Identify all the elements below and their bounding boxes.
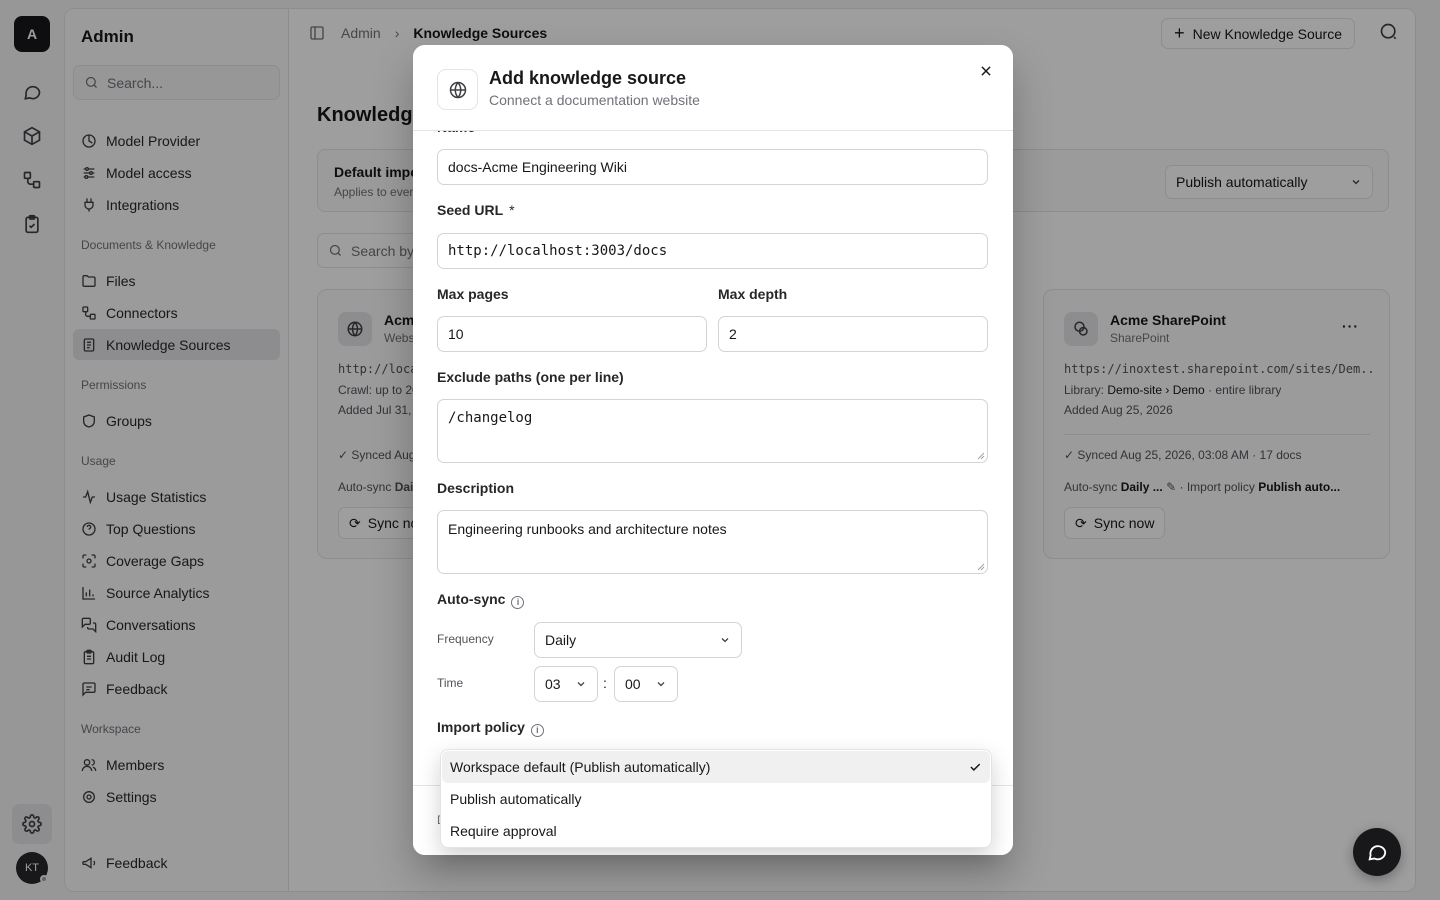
input-value: 2 bbox=[729, 326, 737, 342]
input-value: 10 bbox=[448, 326, 464, 342]
input-value: http://localhost:3003/docs bbox=[448, 243, 668, 259]
label-text: Import policy bbox=[437, 719, 525, 735]
dialog-header: Add knowledge source Connect a documenta… bbox=[413, 45, 1013, 131]
chat-fab-button[interactable] bbox=[1353, 828, 1401, 876]
max-pages-label: Max pages bbox=[437, 286, 509, 302]
option-label: Publish automatically bbox=[450, 791, 582, 807]
input-value: docs-Acme Engineering Wiki bbox=[448, 159, 627, 175]
policy-option-publish-automatically[interactable]: Publish automatically bbox=[442, 783, 990, 815]
policy-option-require-approval[interactable]: Require approval bbox=[442, 815, 990, 847]
select-value: 00 bbox=[625, 676, 641, 692]
max-depth-input[interactable]: 2 bbox=[718, 316, 988, 352]
chat-bubble-icon bbox=[1368, 845, 1387, 861]
exclude-paths-textarea[interactable]: /changelog bbox=[437, 399, 988, 463]
hour-select[interactable]: 03 bbox=[534, 666, 598, 702]
option-label: Workspace default (Publish automatically… bbox=[450, 759, 711, 775]
name-input[interactable]: docs-Acme Engineering Wiki bbox=[437, 149, 988, 185]
dialog-subtitle: Connect a documentation website bbox=[489, 92, 700, 108]
label-text: Seed URL bbox=[437, 202, 504, 218]
auto-sync-label: Auto-sync i bbox=[437, 591, 525, 609]
chevron-down-icon bbox=[577, 682, 585, 687]
option-label: Require approval bbox=[450, 823, 557, 839]
frequency-label: Frequency bbox=[437, 632, 494, 646]
info-icon[interactable]: i bbox=[511, 596, 525, 609]
max-depth-label: Max depth bbox=[718, 286, 788, 302]
close-icon[interactable] bbox=[975, 60, 997, 82]
exclude-paths-label: Exclude paths (one per line) bbox=[437, 369, 624, 385]
import-policy-label: Import policy i bbox=[437, 719, 544, 737]
textarea-value: /changelog bbox=[448, 410, 533, 426]
globe-icon bbox=[437, 69, 478, 110]
description-textarea[interactable]: Engineering runbooks and architecture no… bbox=[437, 510, 988, 574]
resize-grip-icon[interactable] bbox=[977, 452, 985, 460]
seed-url-input[interactable]: http://localhost:3003/docs bbox=[437, 233, 988, 269]
label-text: Auto-sync bbox=[437, 591, 506, 607]
frequency-select[interactable]: Daily bbox=[534, 622, 742, 658]
info-icon[interactable]: i bbox=[530, 724, 544, 737]
dialog-title: Add knowledge source bbox=[489, 68, 687, 88]
check-icon bbox=[970, 763, 981, 771]
chevron-down-icon bbox=[657, 682, 665, 687]
select-value: 03 bbox=[545, 676, 561, 692]
import-policy-listbox: Workspace default (Publish automatically… bbox=[440, 749, 992, 848]
textarea-value: Engineering runbooks and architecture no… bbox=[448, 521, 727, 537]
max-pages-input[interactable]: 10 bbox=[437, 316, 707, 352]
chevron-down-icon bbox=[721, 638, 729, 643]
description-label: Description bbox=[437, 480, 515, 496]
time-label: Time bbox=[437, 676, 464, 690]
minute-select[interactable]: 00 bbox=[614, 666, 678, 702]
required-marker: * bbox=[509, 202, 515, 218]
policy-option-workspace-default[interactable]: Workspace default (Publish automatically… bbox=[442, 751, 990, 783]
seed-url-label: Seed URL * bbox=[437, 202, 515, 218]
time-separator: : bbox=[603, 675, 607, 691]
resize-grip-icon[interactable] bbox=[977, 563, 985, 571]
add-knowledge-source-dialog: Add knowledge source Connect a documenta… bbox=[413, 45, 1013, 855]
select-value: Daily bbox=[545, 632, 577, 648]
